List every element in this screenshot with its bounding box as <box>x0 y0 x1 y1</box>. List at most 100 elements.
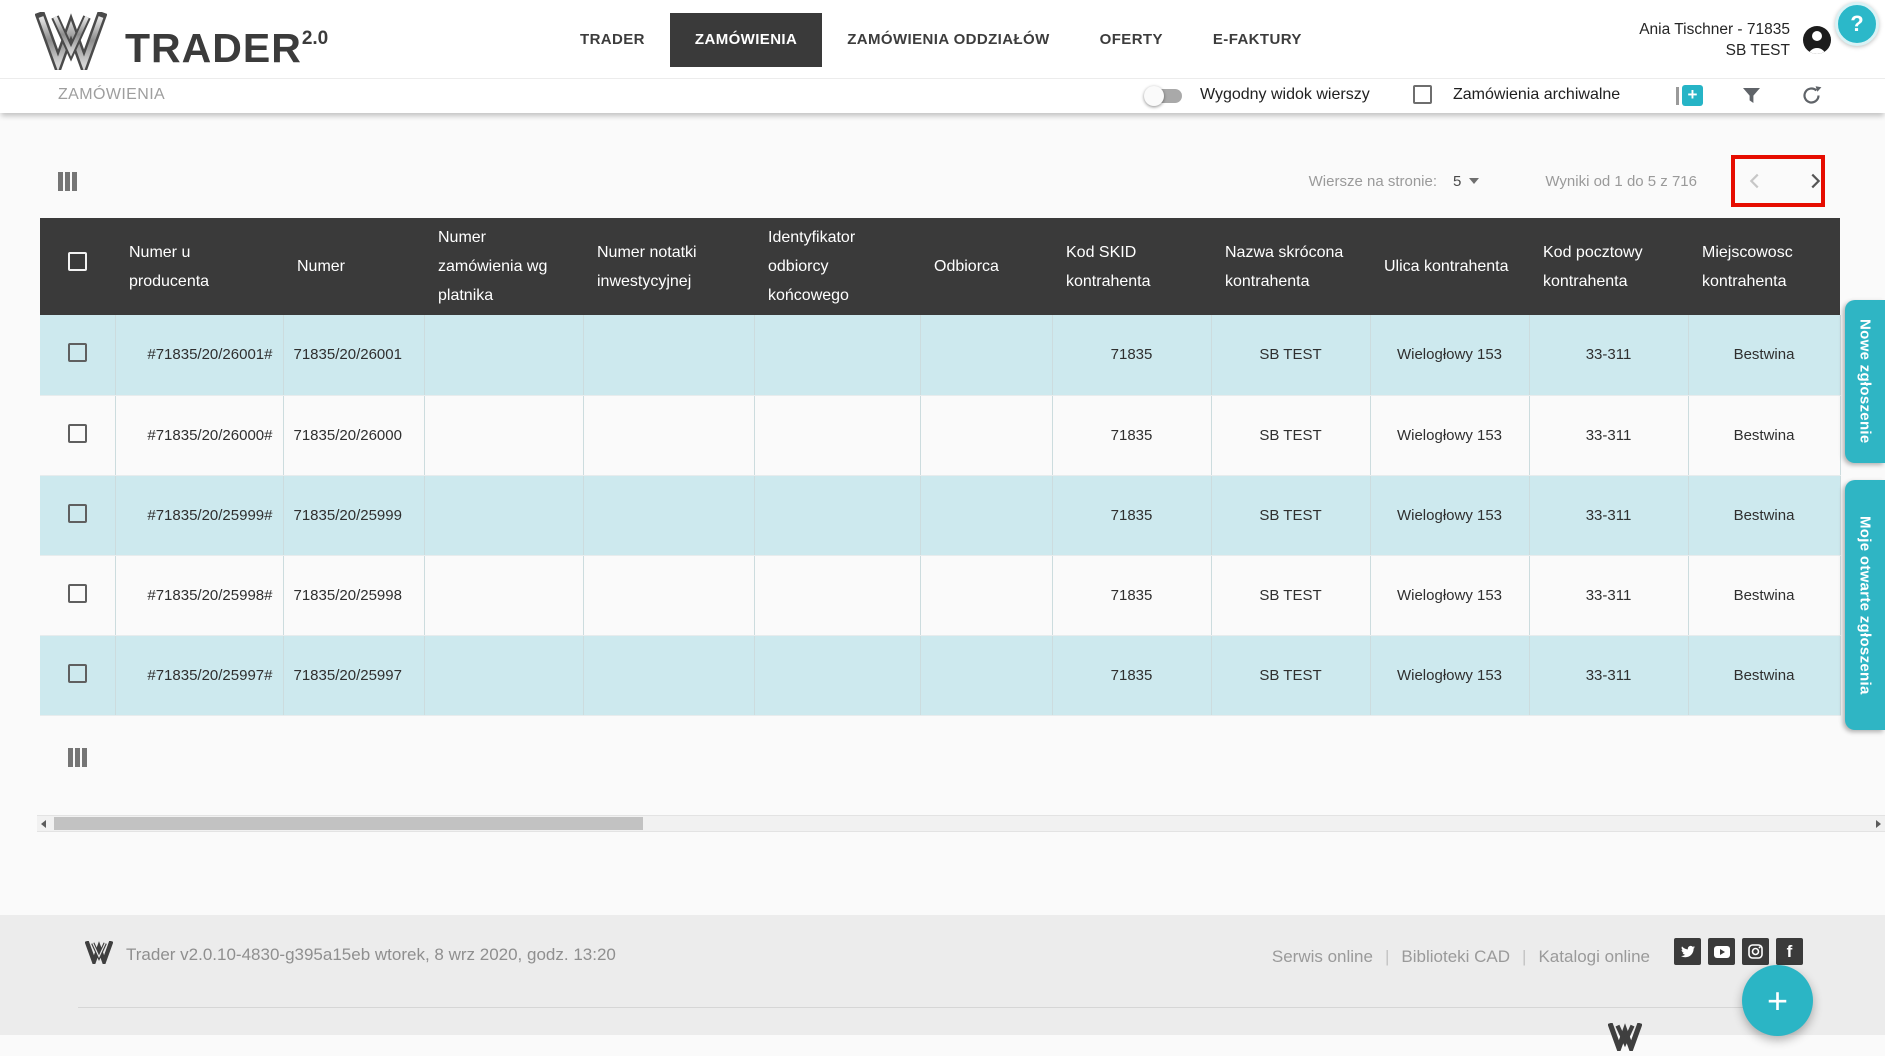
cell-postal-code: 33-311 <box>1529 475 1689 556</box>
open-tickets-tab[interactable]: Moje otwarte zgłoszenia <box>1845 480 1885 730</box>
next-page-button[interactable] <box>1803 169 1827 193</box>
refresh-button[interactable] <box>1801 85 1822 111</box>
help-button[interactable]: ? <box>1835 2 1879 46</box>
table-row[interactable]: #71835/20/26001# 71835/20/26001 71835 SB… <box>40 315 1841 396</box>
table-row[interactable]: #71835/20/26000# 71835/20/26000 71835 SB… <box>40 395 1841 476</box>
footer: Trader v2.0.10-4830-g395a15eb wtorek, 8 … <box>0 915 1885 1035</box>
nav-item-zamowienia-oddzialow[interactable]: ZAMÓWIENIA ODDZIAŁÓW <box>822 0 1074 79</box>
cell-number: 71835/20/25997 <box>283 635 425 716</box>
cell-empty <box>754 555 921 636</box>
table-row[interactable]: #71835/20/25999# 71835/20/25999 71835 SB… <box>40 475 1841 556</box>
column-picker-button[interactable] <box>58 172 77 191</box>
col-header-city[interactable]: Miejscowosc kontrahenta <box>1688 218 1840 315</box>
cell-short-name: SB TEST <box>1211 555 1371 636</box>
link-katalogi-online[interactable]: Katalogi online <box>1538 947 1650 967</box>
social-icons: f <box>1674 938 1803 965</box>
cell-producer-number: #71835/20/25997# <box>115 635 284 716</box>
cell-short-name: SB TEST <box>1211 475 1371 556</box>
cell-postal-code: 33-311 <box>1529 315 1689 396</box>
cell-short-name: SB TEST <box>1211 315 1371 396</box>
cell-street: Wielogłowy 153 <box>1370 315 1530 396</box>
col-header-producer-number[interactable]: Numer u producenta <box>115 218 283 315</box>
filter-button[interactable] <box>1742 87 1761 109</box>
row-checkbox[interactable] <box>67 423 87 443</box>
table-row[interactable]: #71835/20/25998# 71835/20/25998 71835 SB… <box>40 555 1841 636</box>
cell-empty <box>583 475 755 556</box>
main-nav: TRADER ZAMÓWIENIA ZAMÓWIENIA ODDZIAŁÓW O… <box>555 0 1327 79</box>
new-ticket-tab-label: Nowe zgłoszenie <box>1856 319 1874 444</box>
col-header-street[interactable]: Ulica kontrahenta <box>1370 218 1529 315</box>
cell-empty <box>424 635 584 716</box>
cell-street: Wielogłowy 153 <box>1370 635 1530 716</box>
link-biblioteki-cad[interactable]: Biblioteki CAD <box>1401 947 1510 967</box>
cell-city: Bestwina <box>1688 315 1841 396</box>
question-mark-icon: ? <box>1850 11 1864 36</box>
rows-per-page-dropdown-icon[interactable] <box>1469 178 1480 184</box>
user-info: Ania Tischner - 71835 SB TEST <box>1639 19 1790 61</box>
scroll-right-arrow-icon[interactable] <box>1872 816 1885 831</box>
col-header-skid-code[interactable]: Kod SKID kontrahenta <box>1052 218 1211 315</box>
nav-item-efaktury[interactable]: E-FAKTURY <box>1188 0 1327 79</box>
table-row[interactable]: #71835/20/25997# 71835/20/25997 71835 SB… <box>40 635 1841 716</box>
col-header-postal-code[interactable]: Kod pocztowy kontrahenta <box>1529 218 1688 315</box>
open-tickets-tab-label: Moje otwarte zgłoszenia <box>1856 515 1874 695</box>
row-checkbox[interactable] <box>67 503 87 523</box>
nav-item-trader[interactable]: TRADER <box>555 0 670 79</box>
user-company: SB TEST <box>1725 42 1790 59</box>
row-view-toggle-label[interactable]: Wygodny widok wierszy <box>1200 86 1370 104</box>
row-checkbox[interactable] <box>67 583 87 603</box>
row-checkbox[interactable] <box>67 343 87 363</box>
youtube-icon[interactable] <box>1708 938 1735 965</box>
twitter-icon[interactable] <box>1674 938 1701 965</box>
prev-page-button[interactable] <box>1743 169 1767 193</box>
trader-logo-icon <box>34 10 108 79</box>
table-header-row: Numer u producenta Numer Numer zamówieni… <box>40 218 1840 315</box>
cell-empty <box>754 395 921 476</box>
cell-empty <box>424 315 584 396</box>
scrollbar-thumb[interactable] <box>54 817 643 830</box>
cell-producer-number: #71835/20/26000# <box>115 395 284 476</box>
select-all-cell <box>40 218 115 315</box>
instagram-icon[interactable] <box>1742 938 1769 965</box>
version-text: Trader v2.0.10-4830-g395a15eb wtorek, 8 … <box>126 945 616 964</box>
col-header-number[interactable]: Numer <box>283 218 424 315</box>
cell-postal-code: 33-311 <box>1529 555 1689 636</box>
scroll-left-arrow-icon[interactable] <box>37 816 50 831</box>
col-header-investment-note-number[interactable]: Numer notatki inwestycyjnej <box>583 218 754 315</box>
rows-per-page-label: Wiersze na stronie: <box>1308 172 1438 190</box>
column-picker-button-bottom[interactable] <box>68 748 87 767</box>
cell-empty <box>754 635 921 716</box>
cell-skid-code: 71835 <box>1052 395 1212 476</box>
add-new-fab-button[interactable]: + <box>1742 965 1813 1036</box>
horizontal-scrollbar[interactable] <box>37 815 1885 832</box>
row-checkbox[interactable] <box>67 663 87 683</box>
cell-street: Wielogłowy 153 <box>1370 555 1530 636</box>
cell-empty <box>583 555 755 636</box>
col-header-end-recipient-id[interactable]: Identyfikator odbiorcy końcowego <box>754 218 920 315</box>
link-separator: | <box>1522 947 1527 966</box>
cell-empty <box>920 555 1053 636</box>
add-table-button[interactable]: + <box>1676 85 1703 106</box>
rows-per-page-value[interactable]: 5 <box>1453 173 1461 190</box>
nav-item-oferty[interactable]: OFERTY <box>1075 0 1188 79</box>
select-all-checkbox[interactable] <box>68 252 87 271</box>
footer-links: Serwis online | Biblioteki CAD | Katalog… <box>1272 947 1650 967</box>
archive-checkbox[interactable] <box>1413 85 1432 104</box>
col-header-recipient[interactable]: Odbiorca <box>920 218 1052 315</box>
page-toolbar: ZAMÓWIENIA Wygodny widok wierszy Zamówie… <box>0 79 1885 113</box>
col-header-short-name[interactable]: Nazwa skrócona kontrahenta <box>1211 218 1370 315</box>
user-avatar-icon[interactable] <box>1803 26 1831 54</box>
table-bar-icon <box>1676 86 1679 105</box>
nav-item-zamowienia[interactable]: ZAMÓWIENIA <box>669 12 823 67</box>
col-header-payer-order-number[interactable]: Numer zamówienia wg platnika <box>424 218 583 315</box>
link-serwis-online[interactable]: Serwis online <box>1272 947 1373 967</box>
cell-empty <box>583 395 755 476</box>
partial-bottom-logo-icon <box>1607 1022 1643 1056</box>
pagination-bar: Wiersze na stronie: 5 Wyniki od 1 do 5 z… <box>1309 160 1827 202</box>
row-view-toggle[interactable] <box>1144 86 1182 106</box>
facebook-icon[interactable]: f <box>1776 938 1803 965</box>
brand-name: TRADER2.0 <box>125 25 329 71</box>
new-ticket-tab[interactable]: Nowe zgłoszenie <box>1845 300 1885 463</box>
brand[interactable]: TRADER2.0 <box>34 9 329 79</box>
archive-checkbox-label[interactable]: Zamówienia archiwalne <box>1453 86 1620 104</box>
